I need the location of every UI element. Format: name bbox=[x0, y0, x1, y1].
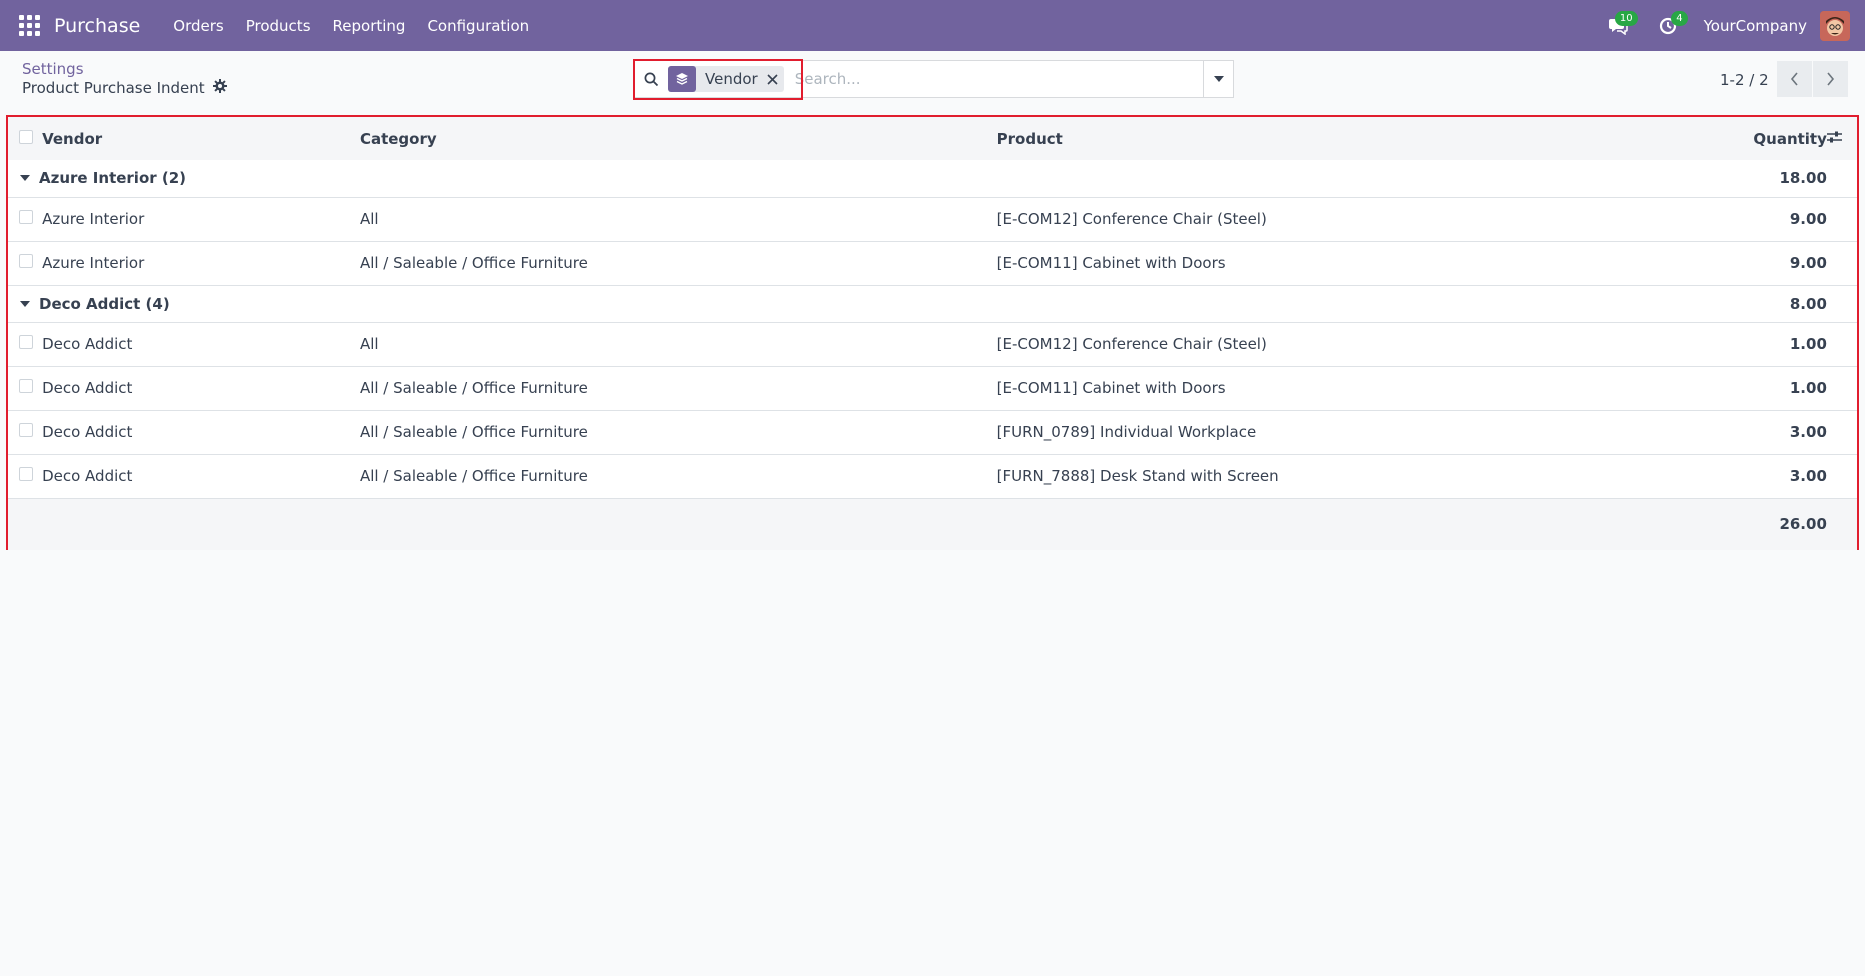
gear-icon[interactable] bbox=[212, 79, 227, 97]
search-bar: Vendor bbox=[634, 60, 1234, 98]
pager-value[interactable]: 1-2 / 2 bbox=[1720, 71, 1769, 89]
user-avatar[interactable] bbox=[1820, 10, 1850, 41]
row-checkbox[interactable] bbox=[19, 423, 33, 437]
row-checkbox[interactable] bbox=[19, 379, 33, 393]
messages-badge: 10 bbox=[1614, 10, 1638, 26]
cell-category: All / Saleable / Office Furniture bbox=[359, 366, 997, 411]
table-row[interactable]: Azure Interior All [E-COM12] Conference … bbox=[8, 197, 1857, 242]
table-header: Vendor Category Product Quantity bbox=[8, 117, 1857, 160]
top-navbar: Purchase Orders Products Reporting Confi… bbox=[0, 0, 1865, 51]
cell-category: All / Saleable / Office Furniture bbox=[359, 241, 997, 286]
column-header-quantity[interactable]: Quantity bbox=[1738, 117, 1827, 160]
layers-icon bbox=[668, 66, 696, 92]
row-checkbox[interactable] bbox=[19, 467, 33, 481]
sliders-icon bbox=[1826, 131, 1842, 142]
list-table: Vendor Category Product Quantity Azure I… bbox=[8, 117, 1857, 550]
cell-product: [FURN_7888] Desk Stand with Screen bbox=[996, 454, 1739, 499]
cell-product: [E-COM11] Cabinet with Doors bbox=[996, 366, 1739, 411]
messages-button[interactable]: 10 bbox=[1600, 10, 1638, 41]
pager-next-button[interactable] bbox=[1813, 61, 1848, 97]
cell-vendor: Azure Interior bbox=[42, 197, 360, 242]
row-checkbox[interactable] bbox=[19, 335, 33, 349]
cell-category: All bbox=[359, 197, 997, 242]
menu-reporting[interactable]: Reporting bbox=[322, 17, 417, 35]
select-all-checkbox[interactable] bbox=[19, 129, 33, 144]
activities-button[interactable]: 4 bbox=[1650, 10, 1688, 41]
table-footer: 26.00 bbox=[8, 498, 1857, 550]
column-header-vendor[interactable]: Vendor bbox=[42, 117, 360, 160]
caret-down-icon bbox=[20, 175, 30, 182]
table-row[interactable]: Deco Addict All / Saleable / Office Furn… bbox=[8, 366, 1857, 411]
cell-quantity: 1.00 bbox=[1738, 366, 1827, 411]
cell-quantity: 3.00 bbox=[1738, 454, 1827, 499]
cell-quantity: 1.00 bbox=[1738, 322, 1827, 367]
grand-total: 26.00 bbox=[1738, 498, 1827, 550]
row-checkbox[interactable] bbox=[19, 210, 33, 224]
cell-vendor: Deco Addict bbox=[42, 410, 360, 455]
group-name: Azure Interior (2) bbox=[39, 169, 187, 188]
cell-quantity: 9.00 bbox=[1738, 241, 1827, 286]
apps-menu-icon[interactable] bbox=[19, 15, 40, 36]
cell-quantity: 9.00 bbox=[1738, 197, 1827, 242]
cell-vendor: Azure Interior bbox=[42, 241, 360, 286]
cell-quantity: 3.00 bbox=[1738, 410, 1827, 455]
cell-vendor: Deco Addict bbox=[42, 454, 360, 499]
cell-product: [E-COM11] Cabinet with Doors bbox=[996, 241, 1739, 286]
cell-category: All bbox=[359, 322, 997, 367]
group-name: Deco Addict (4) bbox=[39, 294, 170, 313]
close-icon[interactable] bbox=[767, 73, 778, 85]
row-checkbox[interactable] bbox=[19, 254, 33, 268]
company-switcher[interactable]: YourCompany bbox=[1704, 17, 1807, 35]
cell-vendor: Deco Addict bbox=[42, 366, 360, 411]
caret-down-icon bbox=[20, 300, 30, 307]
chevron-right-icon bbox=[1827, 72, 1835, 86]
search-icon[interactable] bbox=[644, 72, 659, 87]
table-row[interactable]: Deco Addict All [E-COM12] Conference Cha… bbox=[8, 322, 1857, 367]
search-facet-groupby: Vendor bbox=[668, 66, 784, 92]
pager-previous-button[interactable] bbox=[1777, 61, 1812, 97]
breadcrumb-settings[interactable]: Settings bbox=[22, 60, 84, 78]
table-row[interactable]: Azure Interior All / Saleable / Office F… bbox=[8, 241, 1857, 286]
column-header-category[interactable]: Category bbox=[359, 117, 997, 160]
list-view: Vendor Category Product Quantity Azure I… bbox=[6, 115, 1859, 550]
facet-label: Vendor bbox=[705, 70, 758, 88]
group-total: 18.00 bbox=[1738, 160, 1827, 198]
activities-badge: 4 bbox=[1671, 10, 1688, 26]
page-title: Product Purchase Indent bbox=[22, 79, 205, 97]
group-row[interactable]: Deco Addict (4) 8.00 bbox=[8, 285, 1857, 323]
optional-columns-toggle[interactable] bbox=[1826, 117, 1857, 160]
menu-products[interactable]: Products bbox=[235, 17, 322, 35]
app-name[interactable]: Purchase bbox=[54, 15, 140, 37]
menu-configuration[interactable]: Configuration bbox=[416, 17, 540, 35]
table-row[interactable]: Deco Addict All / Saleable / Office Furn… bbox=[8, 454, 1857, 499]
page-title-area: Product Purchase Indent bbox=[22, 79, 227, 97]
search-input[interactable] bbox=[794, 70, 1233, 88]
group-total: 8.00 bbox=[1738, 285, 1827, 323]
cell-vendor: Deco Addict bbox=[42, 322, 360, 367]
caret-down-icon bbox=[1214, 76, 1224, 82]
search-options-toggle[interactable] bbox=[1203, 60, 1234, 98]
cell-product: [E-COM12] Conference Chair (Steel) bbox=[996, 322, 1739, 367]
cell-product: [FURN_0789] Individual Workplace bbox=[996, 410, 1739, 455]
chevron-left-icon bbox=[1790, 72, 1798, 86]
cell-product: [E-COM12] Conference Chair (Steel) bbox=[996, 197, 1739, 242]
menu-orders[interactable]: Orders bbox=[162, 17, 234, 35]
cell-category: All / Saleable / Office Furniture bbox=[359, 410, 997, 455]
table-row[interactable]: Deco Addict All / Saleable / Office Furn… bbox=[8, 410, 1857, 455]
column-header-product[interactable]: Product bbox=[996, 117, 1739, 160]
cell-category: All / Saleable / Office Furniture bbox=[359, 454, 997, 499]
group-row[interactable]: Azure Interior (2) 18.00 bbox=[8, 160, 1857, 198]
